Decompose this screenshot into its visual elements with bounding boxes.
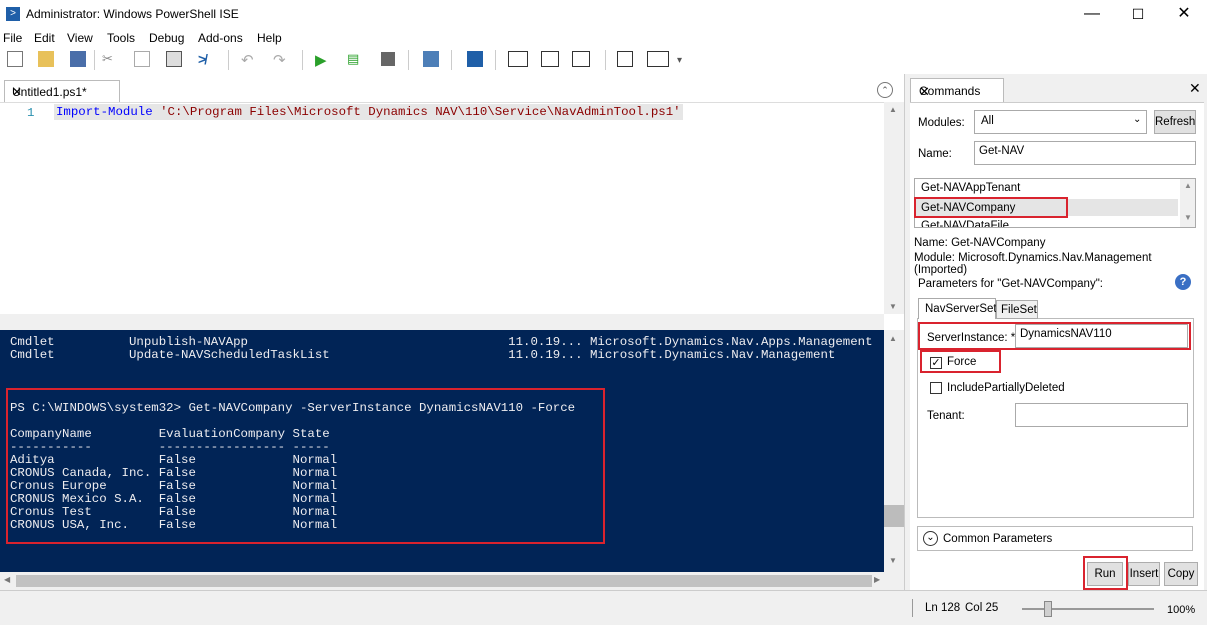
help-icon[interactable]: ? <box>1175 274 1191 290</box>
editor-horizontal-scrollbar[interactable] <box>0 314 884 330</box>
tab-label: NavServerSet <box>925 303 997 315</box>
tab-close-icon[interactable]: ✕ <box>919 84 930 100</box>
command-info-name: Name: Get-NAVCompany <box>914 237 1046 249</box>
console-vertical-scrollbar[interactable]: ▲ ▼ <box>884 330 904 572</box>
run-script-icon[interactable]: ▶ <box>315 51 331 69</box>
menu-file[interactable]: File <box>3 31 22 45</box>
tab-navserverset[interactable]: NavServerSet <box>918 298 997 319</box>
show-commands-icon[interactable] <box>647 51 669 67</box>
script-pane: Untitled1.ps1* ✕ ⌃ 1 Import-Module 'C:\P… <box>0 74 904 330</box>
script-editor[interactable]: 1 Import-Module 'C:\Program Files\Micros… <box>0 102 884 315</box>
menu-debug[interactable]: Debug <box>149 31 184 45</box>
status-line: Ln 128 <box>925 602 961 614</box>
show-script-icon[interactable] <box>617 51 633 67</box>
save-icon[interactable] <box>70 51 86 67</box>
line-number: 1 <box>27 106 35 120</box>
expand-icon: ⌄ <box>923 531 938 546</box>
modules-label: Modules: <box>918 117 965 129</box>
parameters-label: Parameters for "Get-NAVCompany": <box>918 278 1103 290</box>
tab-close-icon[interactable]: ✕ <box>12 85 22 99</box>
stop-icon[interactable] <box>381 52 395 66</box>
tenant-input[interactable] <box>1015 403 1188 427</box>
menu-bar: File Edit View Tools Debug Add-ons Help <box>0 30 1207 46</box>
redo-icon[interactable]: ↷ <box>273 51 289 69</box>
tab-untitled1[interactable]: Untitled1.ps1* ✕ <box>4 80 120 103</box>
powershell-icon: > <box>6 7 20 21</box>
refresh-button[interactable]: Refresh <box>1154 110 1196 134</box>
include-deleted-checkbox[interactable] <box>930 382 942 394</box>
menu-edit[interactable]: Edit <box>34 31 55 45</box>
common-parameters-expander[interactable]: ⌄ Common Parameters <box>917 526 1193 551</box>
highlight-box-console <box>6 388 605 544</box>
menu-view[interactable]: View <box>67 31 93 45</box>
copy-icon[interactable] <box>134 51 150 67</box>
undo-icon[interactable]: ↶ <box>241 51 257 69</box>
tab-label: Untitled1.ps1* <box>12 85 87 99</box>
layout-top-icon[interactable] <box>508 51 528 67</box>
toolbar: ✂ ≯ ↶ ↷ ▶ ▤ ▾ <box>0 46 1207 75</box>
console-line: Cmdlet Update-NAVScheduledTaskList 11.0.… <box>10 348 836 362</box>
cut-icon[interactable]: ✂ <box>102 51 118 67</box>
zoom-slider-thumb[interactable] <box>1044 601 1053 617</box>
console-hscroll-thumb[interactable] <box>16 575 872 587</box>
title-bar: > Administrator: Windows PowerShell ISE … <box>0 0 1207 30</box>
window-title: Administrator: Windows PowerShell ISE <box>26 7 239 21</box>
name-input-value: Get-NAV <box>979 145 1025 157</box>
powershell-console-icon[interactable] <box>467 51 483 67</box>
zoom-slider-track[interactable] <box>1022 608 1154 610</box>
include-deleted-label: IncludePartiallyDeleted <box>947 382 1065 394</box>
code-line: Import-Module 'C:\Program Files\Microsof… <box>54 104 683 120</box>
clear-console-icon[interactable]: ≯ <box>198 51 214 67</box>
chevron-down-icon: ⌄ <box>1133 114 1142 125</box>
code-keyword: Import-Module <box>56 105 153 119</box>
zoom-level: 100% <box>1167 604 1196 616</box>
console-scroll-thumb[interactable] <box>884 505 904 527</box>
layout-right-icon[interactable] <box>541 51 559 67</box>
modules-dropdown[interactable]: All ⌄ <box>974 110 1147 134</box>
copy-button[interactable]: Copy <box>1164 562 1198 586</box>
collapse-script-icon[interactable]: ⌃ <box>877 82 893 98</box>
new-file-icon[interactable] <box>7 51 23 67</box>
menu-tools[interactable]: Tools <box>107 31 135 45</box>
editor-vertical-scrollbar[interactable]: ▲ ▼ <box>884 102 904 314</box>
insert-button[interactable]: Insert <box>1128 562 1160 586</box>
list-item[interactable]: Get-NAVAppTenant <box>921 182 1020 194</box>
layout-max-icon[interactable] <box>572 51 590 67</box>
common-parameters-label: Common Parameters <box>943 533 1053 545</box>
name-label: Name: <box>918 148 952 160</box>
highlight-box-force <box>920 350 1001 373</box>
paste-icon[interactable] <box>166 51 182 67</box>
command-info-module: Module: Microsoft.Dynamics.Nav.Managemen… <box>914 252 1152 276</box>
menu-help[interactable]: Help <box>257 31 282 45</box>
tab-commands[interactable]: Commands ✕ <box>910 78 1004 103</box>
console-pane[interactable]: Cmdlet Unpublish-NAVApp 11.0.19... Micro… <box>0 330 884 572</box>
status-column: Col 25 <box>965 602 999 614</box>
highlight-box-command <box>914 197 1068 218</box>
tenant-label: Tenant: <box>927 410 965 422</box>
pane-close-icon[interactable]: ✕ <box>1189 80 1201 97</box>
close-button[interactable]: ✕ <box>1161 0 1207 30</box>
highlight-box-run <box>1083 556 1128 590</box>
name-input[interactable]: Get-NAV <box>974 141 1196 165</box>
code-string: 'C:\Program Files\Microsoft Dynamics NAV… <box>160 105 681 119</box>
remote-powershell-icon[interactable] <box>423 51 439 67</box>
run-selection-icon[interactable]: ▤ <box>347 51 363 67</box>
open-folder-icon[interactable] <box>38 51 54 67</box>
maximize-button[interactable]: ☐ <box>1115 0 1161 30</box>
toolbar-overflow-icon[interactable]: ▾ <box>677 55 693 71</box>
minimize-button[interactable]: — <box>1069 0 1115 30</box>
tab-label: FileSet <box>1001 304 1037 316</box>
list-item[interactable]: Get-NAVDataFile <box>921 220 1009 227</box>
modules-selected: All <box>981 115 994 127</box>
menu-addons[interactable]: Add-ons <box>198 31 243 45</box>
highlight-box-server-instance <box>918 322 1191 350</box>
tab-fileset[interactable]: FileSet <box>996 300 1038 319</box>
